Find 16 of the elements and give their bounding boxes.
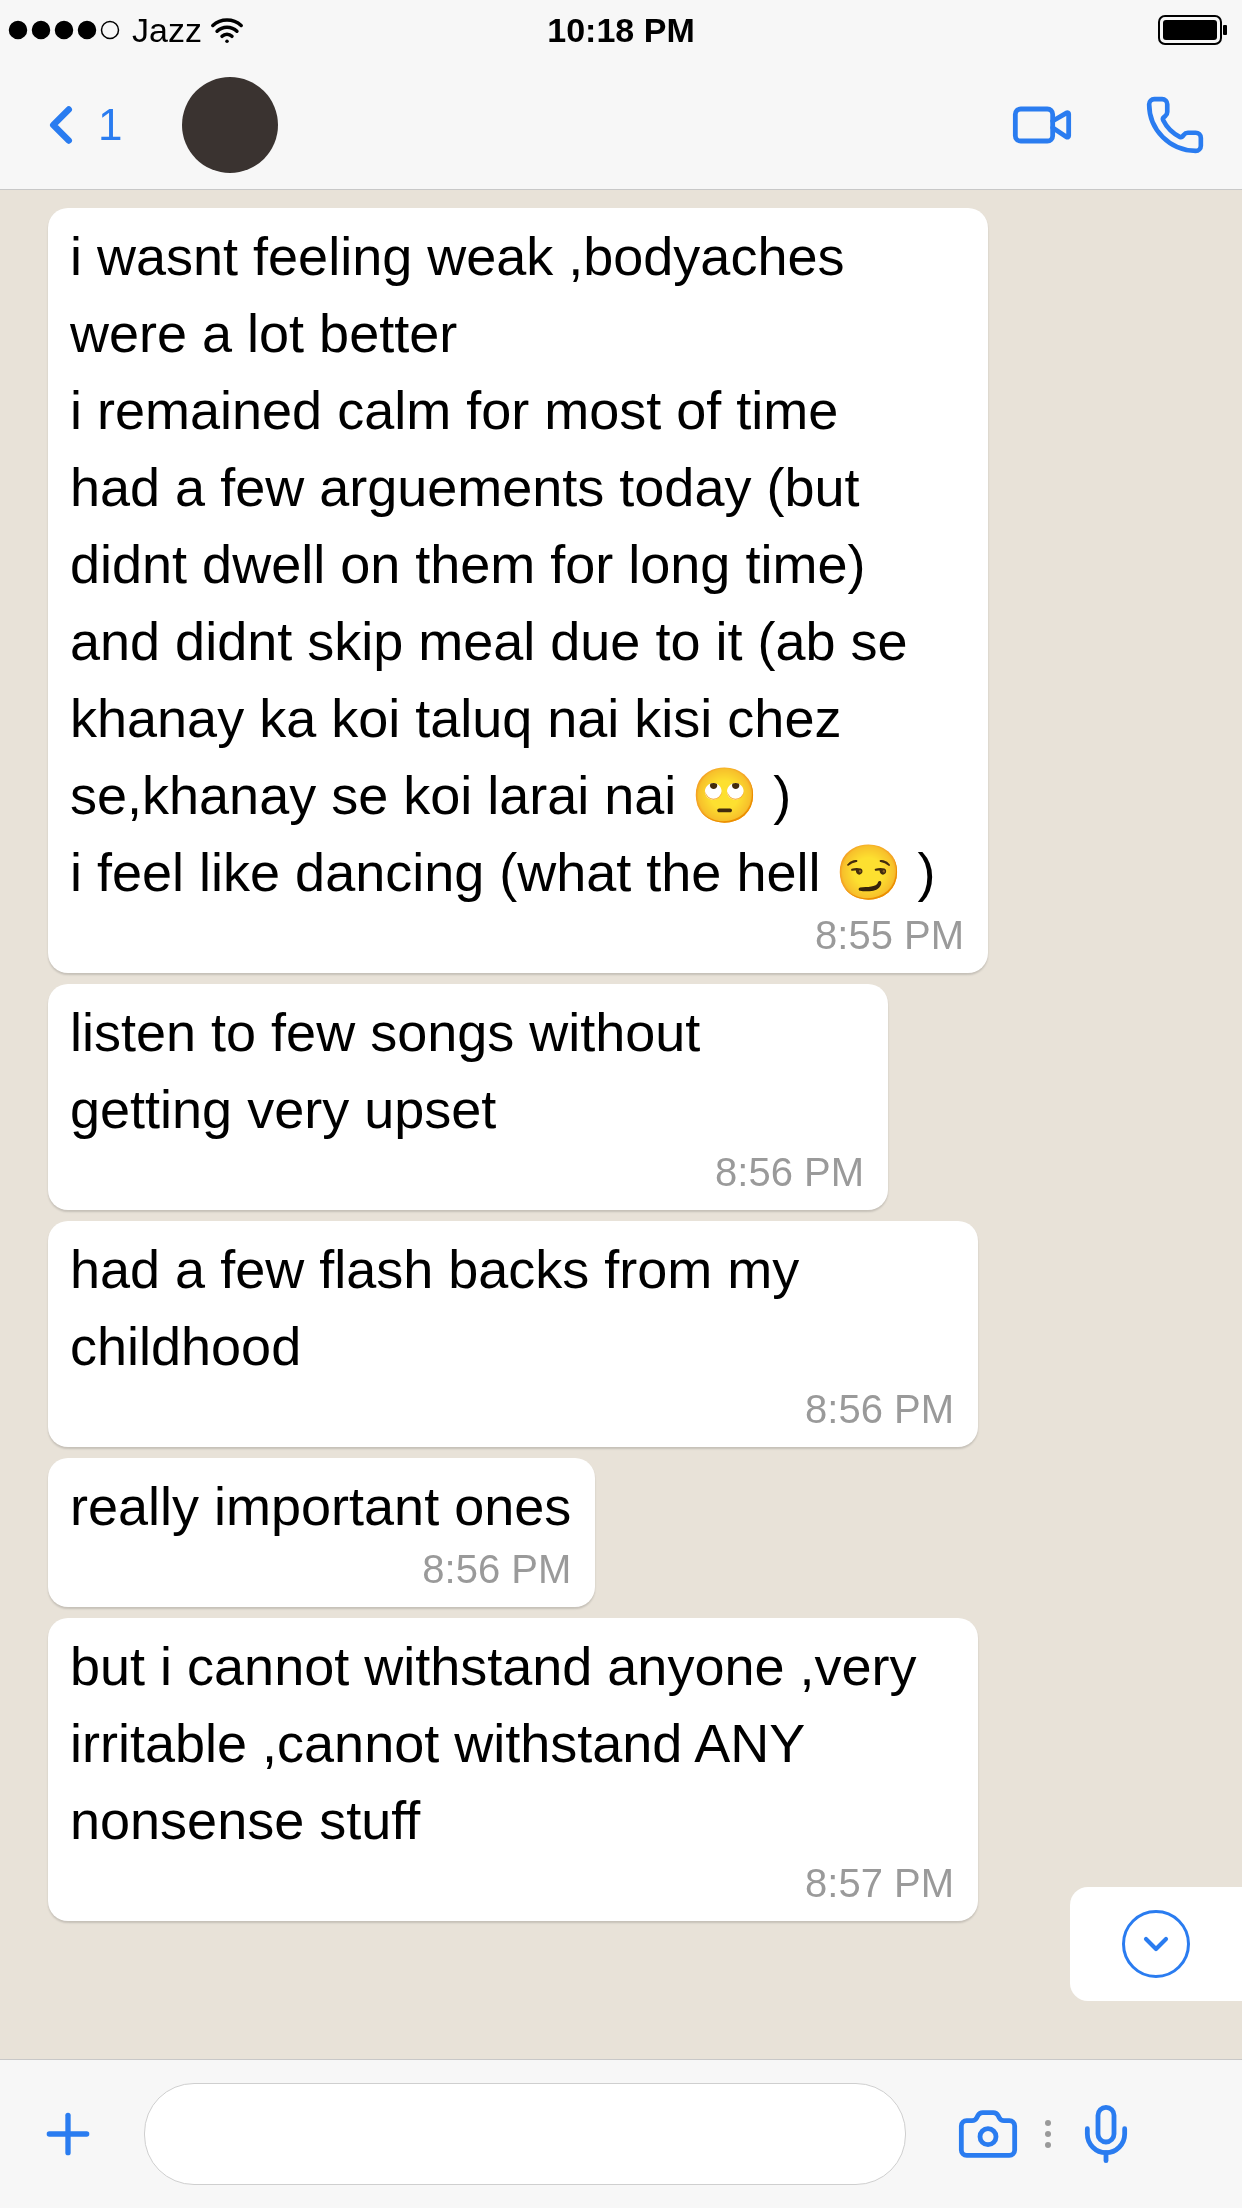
clock-time: 10:18 PM <box>547 9 695 51</box>
message-time: 8:56 PM <box>421 1546 572 1593</box>
message-text: listen to few songs without getting very upset <box>70 1001 702 1141</box>
back-button[interactable]: 1 <box>30 91 123 158</box>
message-time: 8:56 PM <box>804 1386 954 1433</box>
message-text: really important ones <box>70 1475 572 1538</box>
scroll-down-button[interactable] <box>1070 1887 1242 2001</box>
message-text: but i cannot withstand anyone ,very irritable ,cannot withstand ANY nonsense stuff <box>70 1635 918 1852</box>
message-time: 8:56 PM <box>714 1149 864 1196</box>
message-text: i wasnt feeling weak ,bodyaches were a lot better i remained calm for most of time had a few arguements today (but didnt dwell on them for long time) and didnt skip meal due to it (ab se khanay ka koi taluq nai kisi chez se,khanay se koi larai nai 🙄 ) i feel like dancing (what the hell 😏 ) <box>70 225 937 904</box>
dotted-divider-icon <box>1044 2119 1052 2149</box>
carrier-name: Jazz <box>132 9 202 51</box>
battery-icon <box>1158 15 1228 45</box>
message-time: 8:57 PM <box>804 1860 954 1907</box>
message-time: 8:55 PM <box>814 912 964 959</box>
message-text: had a few flash backs from my childhood <box>70 1238 801 1378</box>
